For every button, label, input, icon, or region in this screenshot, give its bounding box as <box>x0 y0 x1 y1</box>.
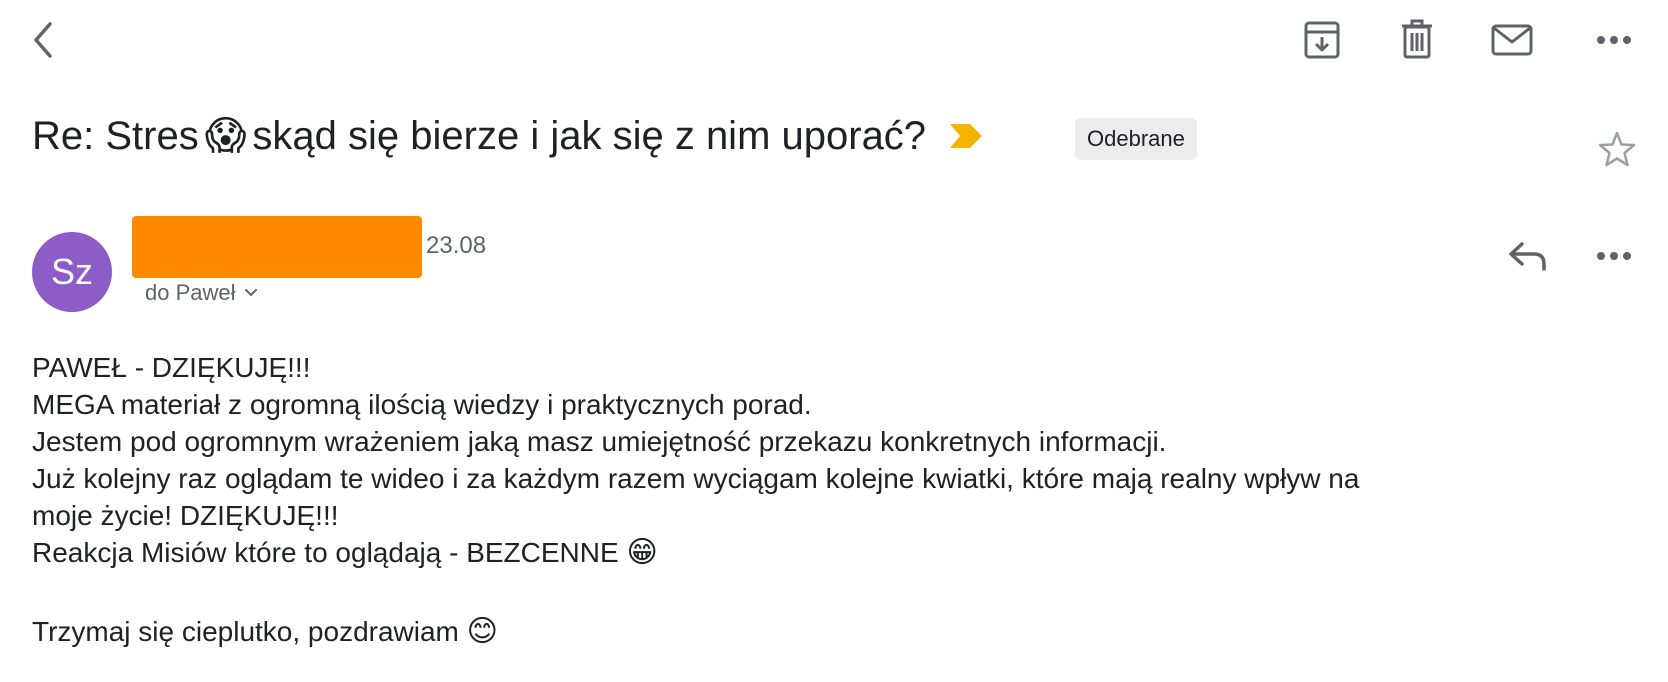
reply-icon <box>1509 242 1546 271</box>
archive-icon <box>1304 21 1340 59</box>
body-line-text: Reakcja Misiów które to oglądają - BEZCE… <box>32 537 619 568</box>
body-line: moje życie! DZIĘKUJĘ!!! <box>32 500 339 531</box>
more-horizontal-icon <box>1597 252 1631 260</box>
mail-icon <box>1491 24 1533 56</box>
label-arrow-icon <box>950 124 983 148</box>
closing-text: Trzymaj się cieplutko, pozdrawiam <box>32 616 459 647</box>
trash-icon <box>1402 19 1432 59</box>
recipient-text: do Paweł <box>145 280 236 305</box>
smile-emoji: 😊 <box>466 614 498 649</box>
sender-avatar[interactable]: Sz <box>32 232 112 312</box>
body-line: Już kolejny raz oglądam te wideo i za ka… <box>32 463 1360 494</box>
more-horizontal-icon <box>1597 36 1631 44</box>
more-options-button[interactable] <box>1592 24 1636 56</box>
recipient-details-toggle[interactable]: do Paweł <box>145 280 258 306</box>
chevron-down-icon <box>244 289 257 296</box>
reply-button[interactable] <box>1504 236 1552 276</box>
delete-button[interactable] <box>1395 16 1439 62</box>
subject-prefix: Re: Stres <box>32 114 199 158</box>
body-line: PAWEŁ - DZIĘKUJĘ!!! <box>32 352 311 383</box>
closing-line: Trzymaj się cieplutko, pozdrawiam 😊 <box>32 613 1632 650</box>
message-date: 23.08 <box>426 232 487 259</box>
mark-unread-button[interactable] <box>1488 20 1536 60</box>
email-subject: Re: Stres 😱 skąd się bierze i jak się z … <box>32 108 984 164</box>
message-body: PAWEŁ - DZIĘKUJĘ!!! MEGA materiał z ogro… <box>32 349 1632 650</box>
star-button[interactable] <box>1596 128 1638 170</box>
body-line-with-emoji: Reakcja Misiów które to oglądają - BEZCE… <box>32 534 1632 571</box>
inbox-label-chip[interactable]: Odebrane <box>1075 118 1197 160</box>
grin-emoji: 😁 <box>626 535 658 570</box>
star-outline-icon <box>1598 131 1636 167</box>
redacted-sender-name <box>132 216 422 278</box>
body-line: MEGA materiał z ogromną ilością wiedzy i… <box>32 389 812 420</box>
subject-rest: skąd się bierze i jak się z nim uporać? <box>252 114 927 158</box>
message-more-button[interactable] <box>1592 240 1636 272</box>
archive-button[interactable] <box>1300 18 1344 62</box>
body-line: Jestem pod ogromnym wrażeniem jaką masz … <box>32 426 1167 457</box>
scream-emoji: 😱 <box>204 113 247 159</box>
chevron-left-icon <box>34 22 52 58</box>
back-button[interactable] <box>22 20 62 60</box>
